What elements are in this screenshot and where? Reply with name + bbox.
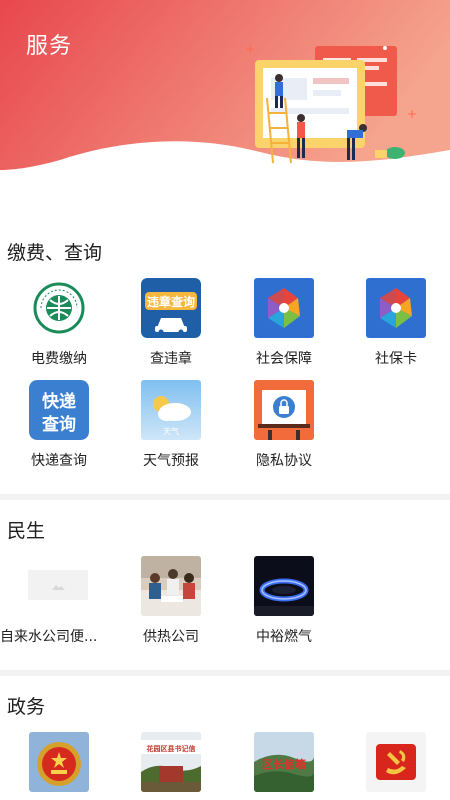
state-grid-logo-icon [29, 278, 89, 338]
tile-weather-forecast[interactable]: 天气 天气预报 [115, 380, 227, 480]
tile-label: 社会保障 [256, 351, 312, 367]
tile-party-emblem[interactable] [340, 732, 450, 800]
tile-mayor-mailbox[interactable]: 区长信箱 [228, 732, 340, 800]
section-title-government: 政务 [7, 696, 46, 718]
violation-query-icon: 违章查询 [141, 278, 201, 338]
tile-label: 快递查询 [31, 453, 87, 469]
tile-heating-company[interactable]: 供热公司 [115, 556, 227, 656]
discipline-icon-text: 花园区县书记信 [147, 744, 196, 753]
tile-national-emblem[interactable] [3, 732, 115, 800]
section-divider [0, 494, 450, 500]
tile-electricity-payment[interactable]: 电费缴纳 [3, 278, 115, 378]
tile-social-security-card[interactable]: 社保卡 [340, 278, 450, 378]
social-security-icon [254, 278, 314, 338]
discipline-inspection-photo-icon: 花园区县书记信 [141, 732, 201, 792]
tile-social-security[interactable]: 社会保障 [228, 278, 340, 378]
tile-label: 天气预报 [143, 453, 199, 469]
header-illustration: + + [245, 42, 417, 164]
tile-express-query[interactable]: 快递 查询 快递查询 [3, 380, 115, 480]
weather-icon: 天气 [141, 380, 201, 440]
weather-icon-text: 天气 [163, 426, 179, 436]
section-title-livelihood: 民生 [7, 520, 46, 542]
tile-violation-query[interactable]: 违章查询 查违章 [115, 278, 227, 378]
tile-label: 中裕燃气 [256, 629, 312, 645]
tile-discipline-inspection[interactable]: 花园区县书记信 [115, 732, 227, 800]
tile-label: 隐私协议 [256, 453, 312, 469]
express-icon-text-bottom: 查询 [41, 414, 76, 435]
heating-company-photo-icon [141, 556, 201, 616]
gas-flame-icon [254, 556, 314, 616]
social-security-card-icon [366, 278, 426, 338]
party-emblem-icon [366, 732, 426, 792]
page-title: 服务 [26, 34, 73, 59]
tile-privacy-agreement[interactable]: 隐私协议 [228, 380, 340, 480]
mayor-mailbox-photo-icon: 区长信箱 [254, 732, 314, 792]
header-banner: 服务 + + [0, 0, 450, 215]
express-query-icon: 快递 查询 [29, 380, 89, 440]
tile-label: 查违章 [150, 351, 192, 367]
tile-zhongyu-gas[interactable]: 中裕燃气 [228, 556, 340, 656]
tile-label: 电费缴纳 [31, 351, 87, 367]
tile-label: 自来水公司便... [0, 629, 98, 645]
violation-icon-text: 违章查询 [147, 294, 195, 309]
privacy-lock-icon [254, 380, 314, 440]
section-divider [0, 670, 450, 676]
svg-text:+: + [407, 107, 417, 121]
tile-water-company[interactable]: 自来水公司便... [0, 556, 114, 656]
tile-label: 供热公司 [143, 629, 199, 645]
image-placeholder-icon [28, 556, 88, 616]
mayor-icon-text: 区长信箱 [262, 757, 306, 771]
national-emblem-icon [29, 732, 89, 792]
section-title-payments: 缴费、查询 [7, 242, 103, 264]
tile-label: 社保卡 [375, 351, 417, 367]
express-icon-text-top: 快递 [42, 391, 76, 412]
svg-text:+: + [245, 42, 255, 56]
